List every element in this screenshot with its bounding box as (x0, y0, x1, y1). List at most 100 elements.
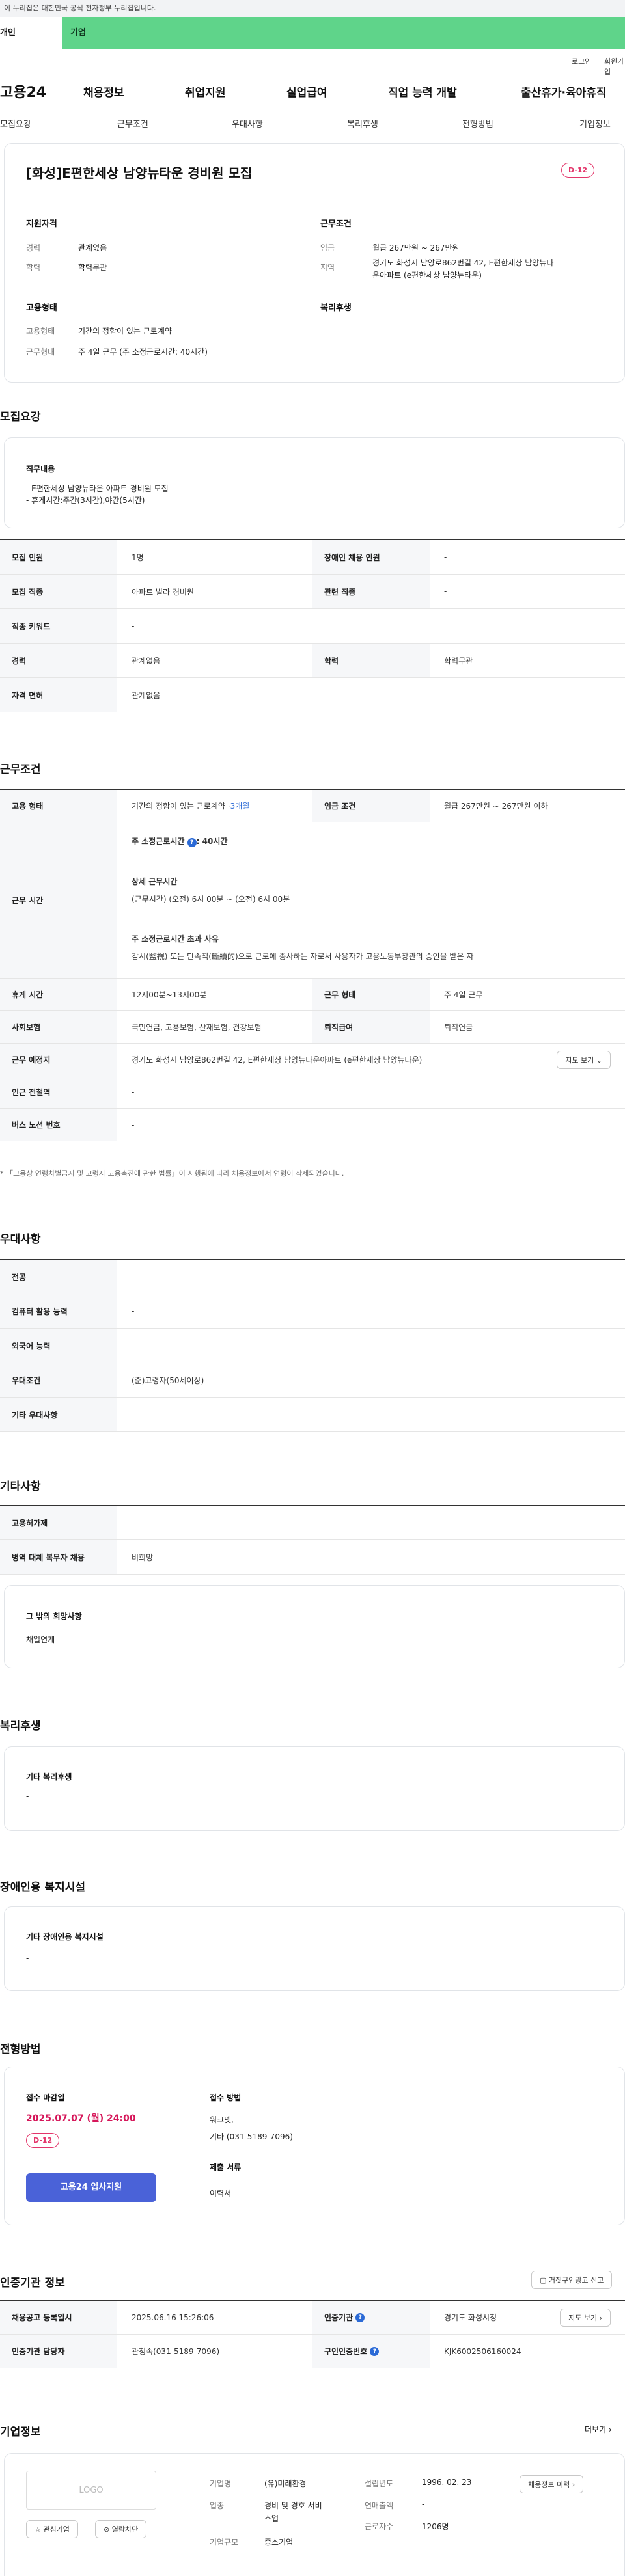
row-label: 임금 조건 (312, 790, 430, 822)
cert-heading: 인증기관 정보 (0, 2277, 65, 2290)
gnb-unemployment[interactable]: 실업급여 (286, 83, 327, 100)
disab-sub: 기타 장애인용 복지시설 (26, 1932, 104, 1942)
info-icon[interactable]: ? (187, 838, 197, 847)
company-key: 기업규모 (210, 2538, 239, 2547)
qual-key: 학력 (26, 263, 41, 272)
row-label: 인근 전철역 (0, 1076, 117, 1108)
tab-company[interactable]: 기업정보 (579, 117, 611, 129)
row-label: 근무 예정지 (0, 1044, 117, 1076)
row-value: - (132, 1307, 135, 1316)
report-button[interactable]: ▢ 거짓구인광고 신고 (531, 2271, 613, 2289)
row-value: 아파트 빌라 경비원 (132, 587, 194, 597)
map-button[interactable]: 지도 보기 › (560, 2308, 611, 2327)
docs-value: 이력서 (210, 2189, 232, 2198)
welfare-card (4, 1746, 625, 1831)
method-heading: 접수 방법 (210, 2093, 242, 2102)
row-value: - (132, 1410, 135, 1419)
docs-heading: 제출 서류 (210, 2163, 242, 2172)
hire-history-button[interactable]: 채용정보 이력 › (520, 2475, 584, 2493)
qual-heading: 지원자격 (26, 219, 57, 229)
row-label: 자격 면허 (0, 678, 117, 712)
wish-heading: 그 밖의 희망사항 (26, 1612, 82, 1621)
row-label: 사회보험 (0, 1011, 117, 1043)
apply-button[interactable]: 고용24 입사지원 (26, 2173, 156, 2202)
row-value: 기간의 정함이 있는 근로계약 · 3개월 (132, 802, 250, 811)
etc-heading: 기타사항 (0, 1480, 41, 1493)
row-value: 12시00분~13시00분 (132, 990, 207, 999)
row-value: 퇴직연금 (444, 1023, 473, 1032)
row-value: 2025.06.16 15:26:06 (132, 2312, 214, 2322)
row-label: 근무 형태 (312, 979, 430, 1010)
row-label: 모집 직종 (0, 575, 117, 608)
row-value: - (132, 1272, 135, 1281)
qual-val: 관계없음 (78, 243, 107, 252)
emp-val: 기간의 정함이 있는 근로계약 (78, 327, 172, 336)
usertype-personal-tab[interactable]: 개인 (0, 17, 62, 49)
disab-card (4, 1906, 625, 1991)
company-val: 1996. 02. 23 (422, 2478, 472, 2487)
row-label: 인증기관 ? (312, 2301, 430, 2334)
info-icon[interactable]: ? (370, 2346, 380, 2356)
cond-heading: 근무조건 (320, 219, 352, 229)
row-value: - (132, 1341, 135, 1350)
tab-recruit[interactable]: 모집요강 (0, 117, 31, 129)
block-button[interactable]: ⊘ 열람차단 (95, 2520, 147, 2538)
row-label: 기타 우대사항 (0, 1398, 117, 1431)
duty-line: - E편한세상 남양뉴타운 아파트 경비원 모집 (26, 484, 169, 493)
company-key: 근로자수 (365, 2522, 394, 2531)
page-title: [화성]E편한세상 남양뉴타운 경비원 모집 (26, 165, 253, 181)
dday-badge: D-12 (26, 2133, 60, 2148)
row-label: 채용공고 등록일시 (0, 2301, 117, 2334)
tab-welfare[interactable]: 복리후생 (347, 117, 378, 129)
gnb-jobs[interactable]: 채용정보 (83, 83, 124, 100)
welfare-heading: 복리후생 (320, 303, 352, 313)
row-label: 관련 직종 (312, 575, 430, 608)
row-label: 외국어 능력 (0, 1329, 117, 1363)
row-label: 고용허가제 (0, 1506, 117, 1539)
welfare-section-heading: 복리후생 (0, 1720, 41, 1733)
tab-work[interactable]: 근무조건 (117, 117, 148, 129)
row-value: - (132, 1518, 135, 1527)
work-table: 고용 형태 기간의 정함이 있는 근로계약 · 3개월 임금 조건 월급 267만원 … (0, 789, 625, 1141)
alert-icon: ▢ (540, 2276, 547, 2285)
disab-heading: 장애인용 복지시설 (0, 1881, 86, 1894)
tab-pref[interactable]: 우대사항 (232, 117, 263, 129)
row-label: 휴게 시간 (0, 979, 117, 1010)
welfare-value: - (26, 1792, 29, 1801)
pref-heading: 우대사항 (0, 1233, 41, 1246)
deadline-value: 2025.07.07 (월) 24:00 (26, 2113, 136, 2124)
row-value: 비희망 (132, 1552, 154, 1562)
gnb-parental-leave[interactable]: 출산휴가·육아휴직 (521, 83, 607, 100)
qual-val: 학력무관 (78, 263, 107, 272)
age-notice: * 「고용상 연령차별금지 및 고령자 고용촉진에 관한 법률」이 시행됨에 따… (0, 1169, 344, 1178)
row-value: 경기도 화성시 남양로862번길 42, E편한세상 남양뉴타운아파트 (e편한… (117, 1044, 625, 1076)
info-icon[interactable]: ? (355, 2312, 365, 2322)
etc-table: 고용허가제 - 병역 대체 복무자 채용 비희망 (0, 1505, 625, 1575)
row-label: 컴퓨터 활용 능력 (0, 1294, 117, 1328)
gnb-employment-support[interactable]: 취업지원 (185, 83, 226, 100)
row-label: 경력 (0, 644, 117, 677)
company-heading: 기업정보 (0, 2426, 41, 2439)
usertype-company-tab[interactable]: 기업 (62, 17, 625, 49)
map-button[interactable]: 지도 보기 ⌄ (557, 1050, 611, 1069)
row-value: 관계없음 (132, 690, 161, 700)
row-value: 주 4일 근무 (444, 990, 483, 999)
pref-table: 전공 - 컴퓨터 활용 능력 - 외국어 능력 - 우대조건 (준)고령자(50세이상)… (0, 1259, 625, 1432)
wish-value: 채일연계 (26, 1635, 55, 1644)
more-link[interactable]: 더보기 › (585, 2424, 612, 2435)
company-val: - (422, 2500, 425, 2509)
chevron-down-icon: ⌄ (596, 1055, 602, 1064)
row-label: 우대조건 (0, 1363, 117, 1397)
row-value: - (132, 1120, 135, 1130)
wish-card (4, 1585, 625, 1668)
fav-company-button[interactable]: ☆ 관심기업 (26, 2520, 78, 2538)
method-value: 워크넷, (210, 2115, 234, 2124)
site-logo[interactable]: 고용24 (0, 81, 46, 102)
gnb-training[interactable]: 직업 능력 개발 (388, 83, 457, 100)
login-link[interactable]: 로그인 (572, 56, 591, 66)
tab-screen[interactable]: 전형방법 (462, 117, 493, 129)
emp-key: 고용형태 (26, 327, 55, 336)
row-value: - (444, 552, 447, 562)
company-val: (유)미래환경 (264, 2479, 307, 2488)
row-label: 학력 (312, 644, 430, 677)
